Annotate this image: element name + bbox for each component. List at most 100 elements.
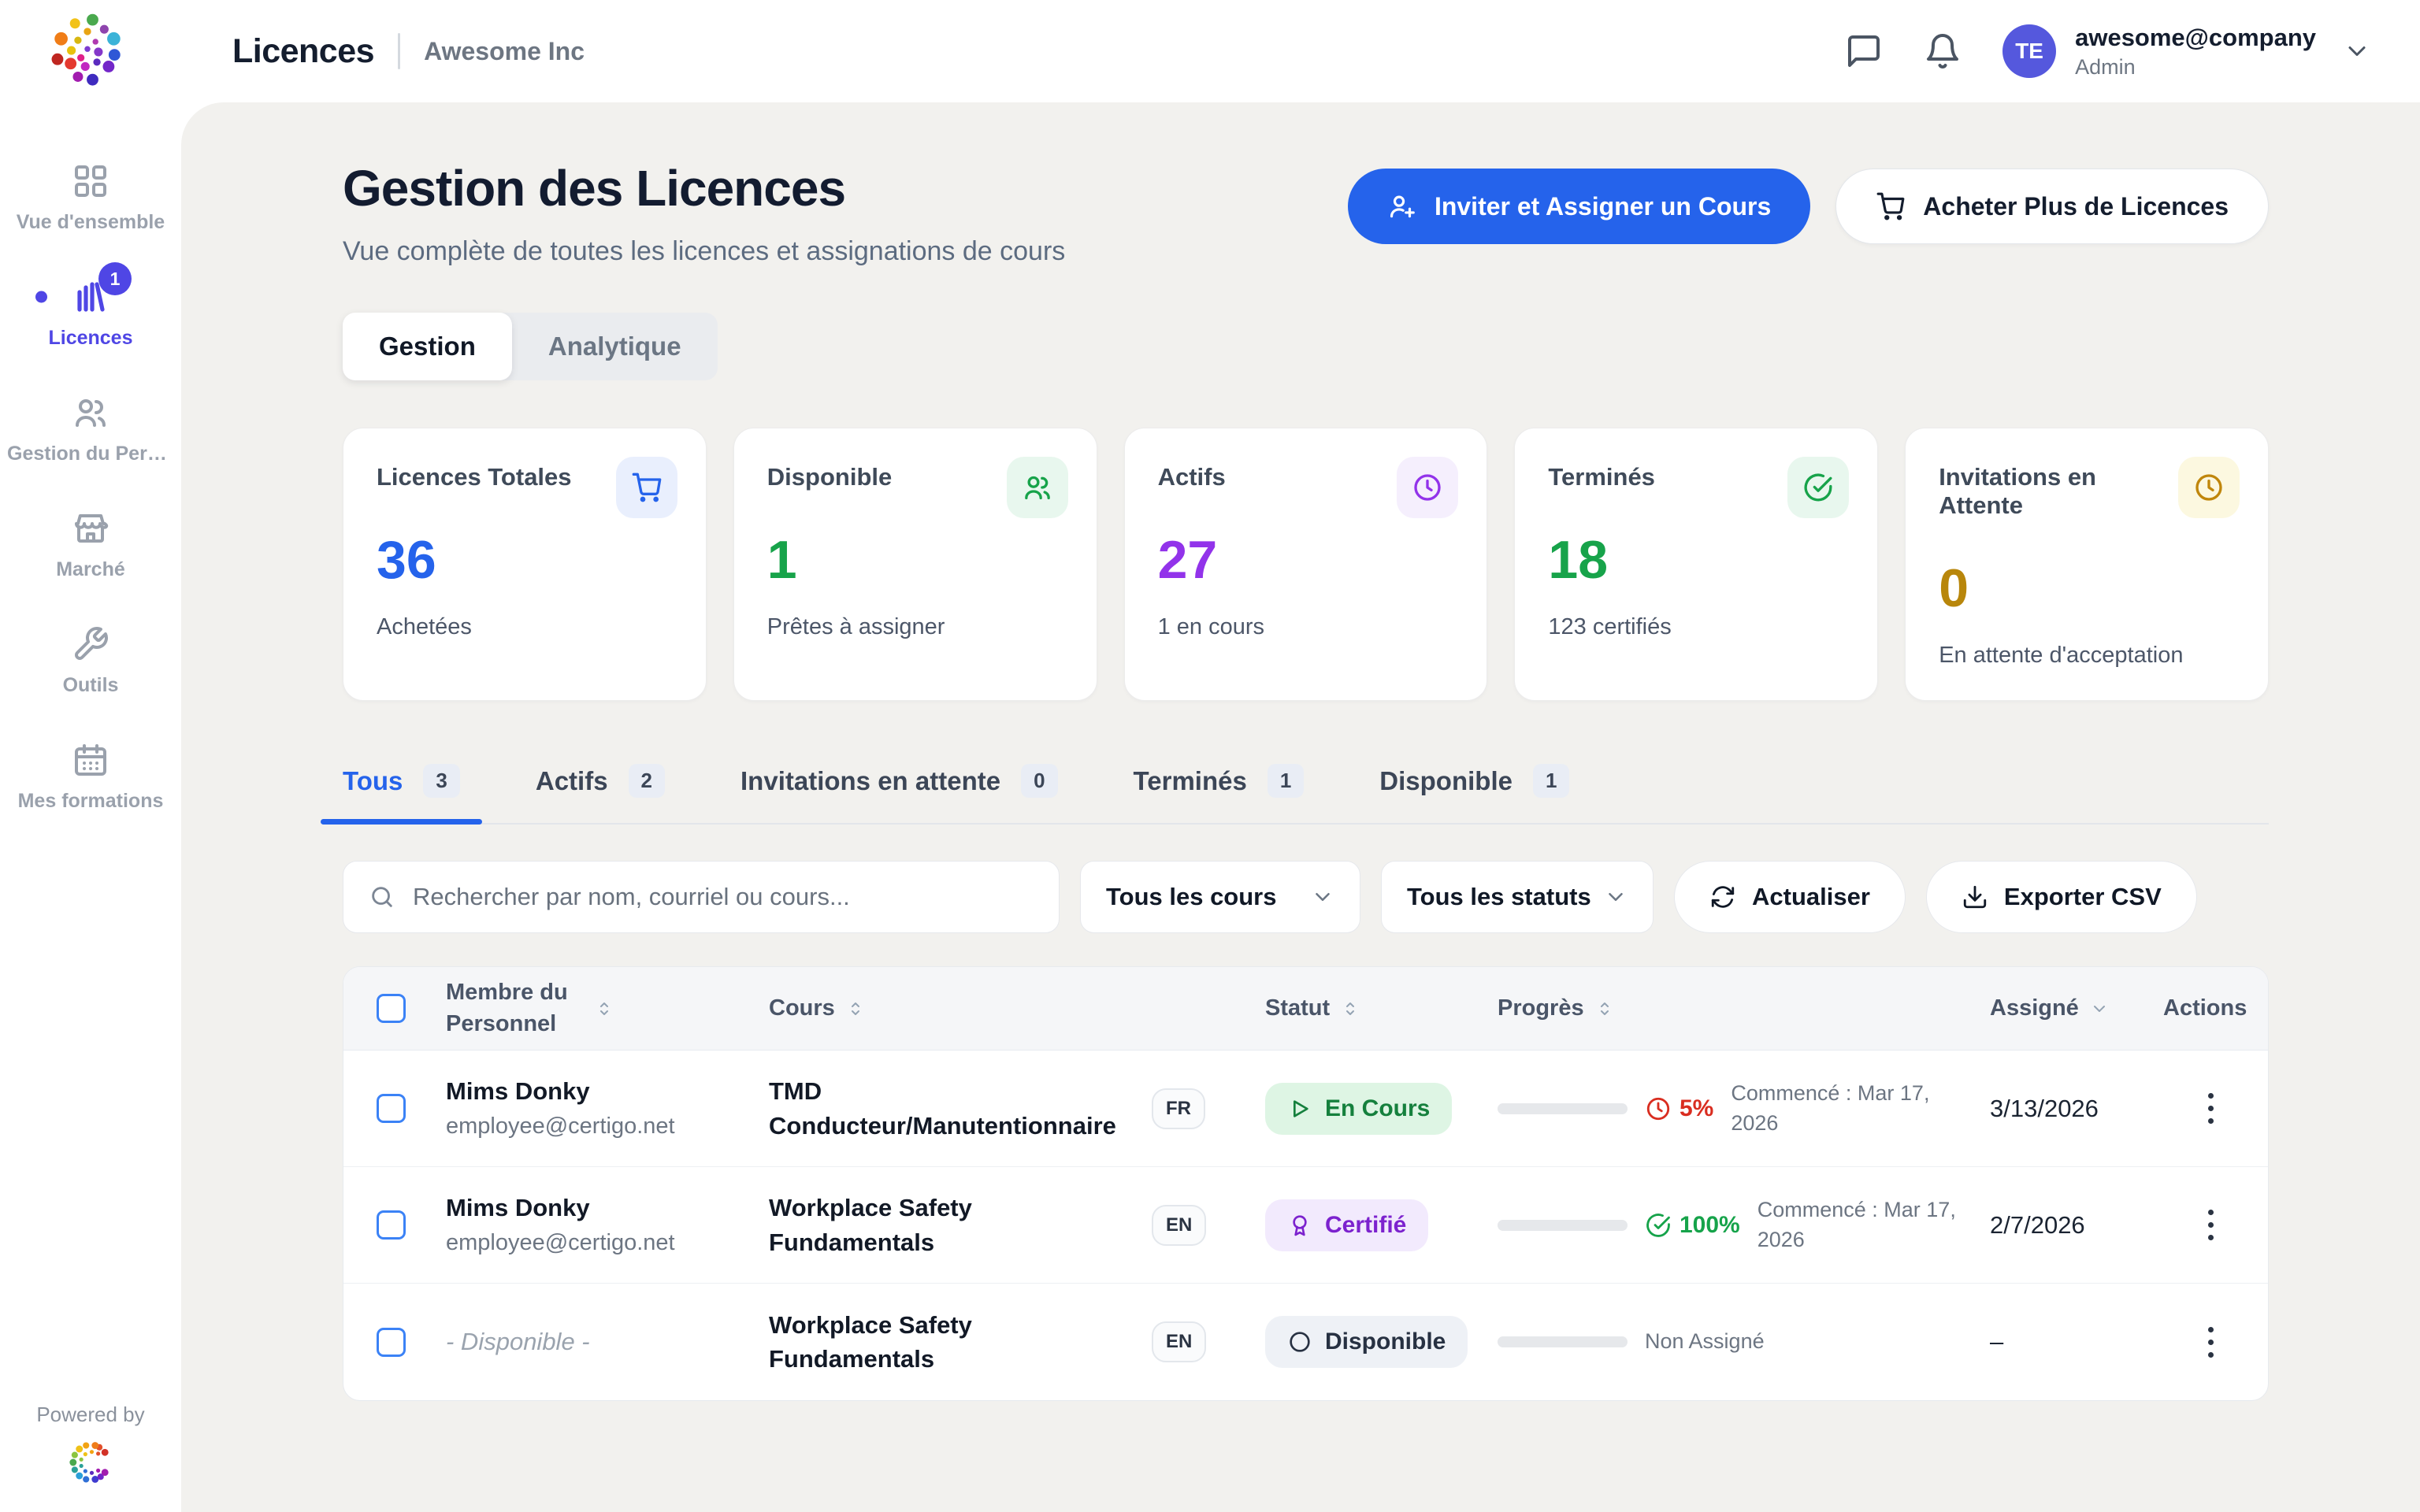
play-icon (1287, 1096, 1312, 1121)
sidebar-item-label: Vue d'ensemble (17, 211, 165, 234)
sidebar: Vue d'ensemble 1 Licences Gestion du Per… (0, 102, 181, 1512)
started-date: Commencé : Mar 17, 2026 (1731, 1079, 1932, 1139)
user-menu[interactable]: TE awesome@company Admin (2002, 24, 2371, 80)
sort-icon[interactable] (846, 999, 865, 1018)
dashboard-grid-icon (72, 162, 109, 200)
circle-icon (1287, 1329, 1312, 1354)
progress-bar (1498, 1220, 1628, 1231)
row-checkbox[interactable] (377, 1210, 406, 1240)
filter-tab-termines[interactable]: Terminés1 (1134, 764, 1305, 823)
stat-card-available: Disponible 1 Prêtes à assigner (733, 428, 1097, 701)
row-actions-menu[interactable] (2195, 1323, 2226, 1361)
sort-icon[interactable] (1595, 999, 1614, 1018)
assignment-status: Non Assigné (1645, 1327, 1846, 1357)
award-icon (1287, 1213, 1312, 1238)
sidebar-item-label: Marché (56, 558, 125, 581)
filter-tab-actifs[interactable]: Actifs2 (536, 764, 665, 823)
table-header: Membre du Personnel Cours Statut Progrès… (343, 967, 2268, 1051)
filter-count: 2 (629, 764, 665, 798)
sort-icon[interactable] (1341, 999, 1360, 1018)
people-icon (1022, 472, 1053, 503)
view-tabs: Gestion Analytique (343, 313, 718, 380)
refresh-button[interactable]: Actualiser (1674, 861, 1906, 933)
status-filter-select[interactable]: Tous les statuts (1381, 861, 1654, 933)
row-checkbox[interactable] (377, 1094, 406, 1123)
export-csv-button[interactable]: Exporter CSV (1926, 861, 2197, 933)
progress-percent: 100% (1680, 1212, 1740, 1239)
bell-icon[interactable] (1924, 32, 1962, 70)
filter-tab-tous[interactable]: Tous3 (343, 764, 460, 823)
started-date: Commencé : Mar 17, 2026 (1757, 1195, 1958, 1255)
assigned-date: – (1990, 1328, 2003, 1355)
invite-assign-button[interactable]: Inviter et Assigner un Cours (1348, 169, 1810, 244)
tab-gestion[interactable]: Gestion (343, 313, 512, 380)
chevron-down-icon (1604, 885, 1628, 909)
title-divider (398, 33, 400, 69)
assigned-date: 3/13/2026 (1990, 1095, 2099, 1122)
chevron-down-icon[interactable] (2343, 37, 2371, 65)
tab-analytique[interactable]: Analytique (512, 313, 718, 380)
user-plus-icon (1387, 191, 1417, 221)
chat-icon[interactable] (1845, 32, 1883, 70)
course-name: Workplace Safety Fundamentals (769, 1308, 1131, 1377)
sidebar-item-staff-management[interactable]: Gestion du Pers… (0, 394, 181, 465)
app-title: Licences (232, 32, 374, 71)
filter-count: 1 (1533, 764, 1569, 798)
chevron-down-icon[interactable] (2090, 999, 2109, 1018)
row-checkbox[interactable] (377, 1328, 406, 1357)
filter-tabs: Tous3 Actifs2 Invitations en attente0 Te… (343, 764, 2269, 825)
status-badge: En Cours (1265, 1083, 1452, 1135)
table-row: Mims Donky employee@certigo.net TMD Cond… (343, 1051, 2268, 1167)
download-icon (1962, 884, 1988, 910)
sidebar-item-label: Outils (63, 674, 119, 697)
course-filter-select[interactable]: Tous les cours (1080, 861, 1360, 933)
member-name: - Disponible - (446, 1328, 769, 1356)
clock-icon (1412, 472, 1443, 503)
filter-count: 0 (1021, 764, 1057, 798)
licences-table: Membre du Personnel Cours Statut Progrès… (343, 966, 2269, 1401)
progress-bar (1498, 1336, 1628, 1347)
avatar: TE (2002, 24, 2056, 78)
clock-icon (2193, 472, 2225, 503)
page-title: Gestion des Licences (343, 159, 1065, 217)
buy-licences-button[interactable]: Acheter Plus de Licences (1835, 169, 2269, 244)
sort-icon[interactable] (595, 999, 614, 1018)
member-email: employee@certigo.net (446, 1114, 769, 1140)
row-actions-menu[interactable] (2195, 1090, 2226, 1128)
cart-icon (1876, 191, 1906, 221)
search-icon (369, 884, 395, 910)
chevron-down-icon (1311, 885, 1334, 909)
filter-tab-disponible[interactable]: Disponible1 (1379, 764, 1569, 823)
sidebar-item-label: Mes formations (18, 790, 164, 813)
select-all-checkbox[interactable] (377, 994, 406, 1023)
search-input[interactable] (413, 883, 1034, 911)
member-name: Mims Donky (446, 1077, 769, 1106)
sidebar-item-licences[interactable]: 1 Licences (0, 278, 181, 350)
check-circle-icon (1802, 472, 1834, 503)
stat-card-completed: Terminés 18 123 certifiés (1514, 428, 1878, 701)
language-badge: FR (1152, 1088, 1205, 1129)
clock-icon (1645, 1095, 1672, 1122)
progress-bar (1498, 1103, 1628, 1114)
cart-icon (631, 472, 663, 503)
filter-count: 1 (1268, 764, 1304, 798)
sidebar-item-my-trainings[interactable]: Mes formations (0, 741, 181, 813)
user-role: Admin (2075, 55, 2316, 80)
sidebar-item-marketplace[interactable]: Marché (0, 510, 181, 581)
powered-by-label: Powered by (36, 1403, 144, 1427)
progress-percent: 5% (1680, 1095, 1713, 1122)
sidebar-item-tools[interactable]: Outils (0, 625, 181, 697)
page-subtitle: Vue complète de toutes les licences et a… (343, 236, 1065, 267)
status-badge: Disponible (1265, 1316, 1468, 1368)
filter-tab-invitations[interactable]: Invitations en attente0 (740, 764, 1058, 823)
row-actions-menu[interactable] (2195, 1206, 2226, 1244)
sidebar-item-overview[interactable]: Vue d'ensemble (0, 162, 181, 234)
sidebar-item-label: Gestion du Pers… (7, 443, 174, 465)
top-bar: Licences Awesome Inc TE awesome@company … (0, 0, 2420, 102)
course-name: TMD Conducteur/Manutentionnaire (769, 1074, 1131, 1143)
search-box (343, 861, 1060, 933)
table-row: Mims Donky employee@certigo.net Workplac… (343, 1167, 2268, 1284)
stat-card-pending-invitations: Invitations en Attente 0 En attente d'ac… (1905, 428, 2269, 701)
language-badge: EN (1152, 1321, 1206, 1362)
language-badge: EN (1152, 1205, 1206, 1246)
